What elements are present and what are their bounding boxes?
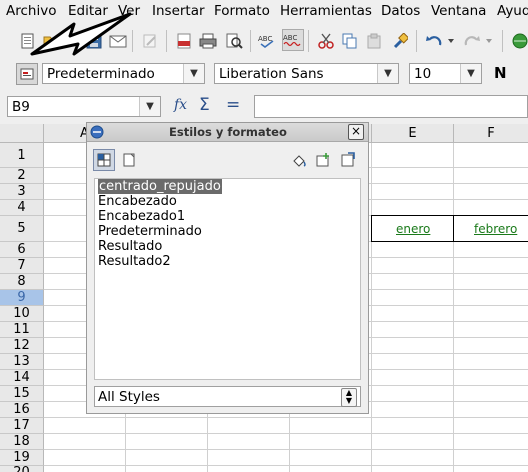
row-header-17[interactable]: 17 <box>0 418 44 434</box>
chevron-down-icon[interactable]: ▼ <box>139 97 160 116</box>
font-name-combo[interactable]: Liberation Sans ▼ <box>214 63 399 84</box>
paste-icon[interactable] <box>364 31 384 51</box>
export-pdf-icon[interactable] <box>174 31 194 51</box>
row-header-7[interactable]: 7 <box>0 258 44 274</box>
autospellcheck-icon[interactable]: ABC <box>282 29 304 51</box>
row-header-10[interactable]: 10 <box>0 306 44 322</box>
svg-text:ABC: ABC <box>258 35 272 43</box>
annotation-arrow-icon <box>30 12 132 56</box>
row-header-9[interactable]: 9 <box>0 290 44 306</box>
style-filter-select[interactable]: All Styles ▲ ▼ <box>94 386 361 407</box>
app-icon <box>90 125 104 143</box>
print-icon[interactable] <box>198 31 218 51</box>
row-header-4[interactable]: 4 <box>0 200 44 216</box>
row-header-20[interactable]: 20 <box>0 466 44 472</box>
undo-dropdown-icon[interactable] <box>446 31 456 51</box>
row-header-16[interactable]: 16 <box>0 402 44 418</box>
formula-input[interactable] <box>254 95 528 118</box>
column-header-f[interactable]: F <box>454 124 528 143</box>
style-item-encabezado[interactable]: Encabezado <box>98 194 177 209</box>
menu-ayuda[interactable]: Ayuda <box>497 3 528 19</box>
redo-dropdown-icon[interactable] <box>484 31 494 51</box>
apply-style-combo[interactable]: Predeterminado ▼ <box>42 63 205 84</box>
copy-icon[interactable] <box>340 31 360 51</box>
row-header-1[interactable]: 1 <box>0 143 44 168</box>
style-item-predeterminado[interactable]: Predeterminado <box>98 224 202 239</box>
cell-styles-icon[interactable] <box>93 149 115 171</box>
row-header-3[interactable]: 3 <box>0 184 44 200</box>
sum-button[interactable]: Σ <box>199 95 210 115</box>
font-size-value: 10 <box>414 66 432 82</box>
style-list[interactable]: centrado_repujado Encabezado Encabezado1… <box>94 178 361 380</box>
clone-formatting-icon[interactable] <box>390 31 410 51</box>
style-item-encabezado1[interactable]: Encabezado1 <box>98 209 185 224</box>
cell-f5[interactable]: febrero <box>474 222 517 236</box>
undo-icon[interactable] <box>424 31 444 51</box>
menu-herramientas[interactable]: Herramientas <box>280 3 372 19</box>
edit-file-icon[interactable] <box>140 31 160 51</box>
row-header-12[interactable]: 12 <box>0 338 44 354</box>
row-header-11[interactable]: 11 <box>0 322 44 338</box>
close-icon[interactable]: × <box>348 124 364 140</box>
chevron-down-icon[interactable]: ▼ <box>460 64 481 83</box>
menu-formato[interactable]: Formato <box>214 3 270 19</box>
chevron-down-icon[interactable]: ▼ <box>377 64 398 83</box>
menu-ventana[interactable]: Ventana <box>431 3 486 19</box>
row-header-19[interactable]: 19 <box>0 450 44 466</box>
svg-text:ABC: ABC <box>283 34 297 42</box>
dialog-title: Estilos y formateo <box>169 125 287 139</box>
print-preview-icon[interactable] <box>224 31 244 51</box>
row-header-15[interactable]: 15 <box>0 386 44 402</box>
bold-button[interactable]: N <box>494 64 507 82</box>
formula-bar: B9 ▼ fx Σ = <box>0 89 528 125</box>
row-header-18[interactable]: 18 <box>0 434 44 450</box>
row-header-2[interactable]: 2 <box>0 168 44 184</box>
select-all-corner[interactable] <box>0 124 44 143</box>
row-header-13[interactable]: 13 <box>0 354 44 370</box>
style-filter-value: All Styles <box>98 389 160 405</box>
dialog-titlebar[interactable]: Estilos y formateo × <box>87 123 368 142</box>
new-style-from-selection-icon[interactable] <box>313 150 333 170</box>
name-box-value: B9 <box>12 99 30 115</box>
redo-icon[interactable] <box>462 31 482 51</box>
apply-style-value: Predeterminado <box>47 66 155 82</box>
style-item-resultado[interactable]: Resultado <box>98 239 162 254</box>
name-box[interactable]: B9 ▼ <box>7 96 161 117</box>
chevron-down-icon[interactable]: ▼ <box>183 64 204 83</box>
row-header-14[interactable]: 14 <box>0 370 44 386</box>
styles-and-formatting-icon[interactable] <box>16 63 38 85</box>
menu-insertar[interactable]: Insertar <box>152 3 205 19</box>
function-wizard-button[interactable]: fx <box>174 97 187 113</box>
font-name-value: Liberation Sans <box>219 66 324 82</box>
styles-dialog: Estilos y formateo × centrado_repujado E… <box>86 122 369 414</box>
cell-e5[interactable]: enero <box>396 222 430 236</box>
row-header-8[interactable]: 8 <box>0 274 44 290</box>
fill-format-mode-icon[interactable] <box>289 150 309 170</box>
cut-icon[interactable] <box>316 31 336 51</box>
row-header-6[interactable]: 6 <box>0 242 44 258</box>
equals-button[interactable]: = <box>226 95 240 115</box>
column-header-e[interactable]: E <box>372 124 454 143</box>
font-size-combo[interactable]: 10 ▼ <box>409 63 482 84</box>
style-item-resultado2[interactable]: Resultado2 <box>98 254 171 269</box>
hyperlink-icon[interactable] <box>510 31 528 51</box>
menu-datos[interactable]: Datos <box>381 3 420 19</box>
page-styles-icon[interactable] <box>119 150 139 170</box>
row-header-5[interactable]: 5 <box>0 216 44 242</box>
style-item-centrado-repujado[interactable]: centrado_repujado <box>98 179 222 194</box>
updown-chevron-icon[interactable]: ▲ ▼ <box>341 388 357 407</box>
update-style-icon[interactable] <box>338 150 358 170</box>
spellcheck-icon[interactable]: ABC <box>258 31 278 51</box>
